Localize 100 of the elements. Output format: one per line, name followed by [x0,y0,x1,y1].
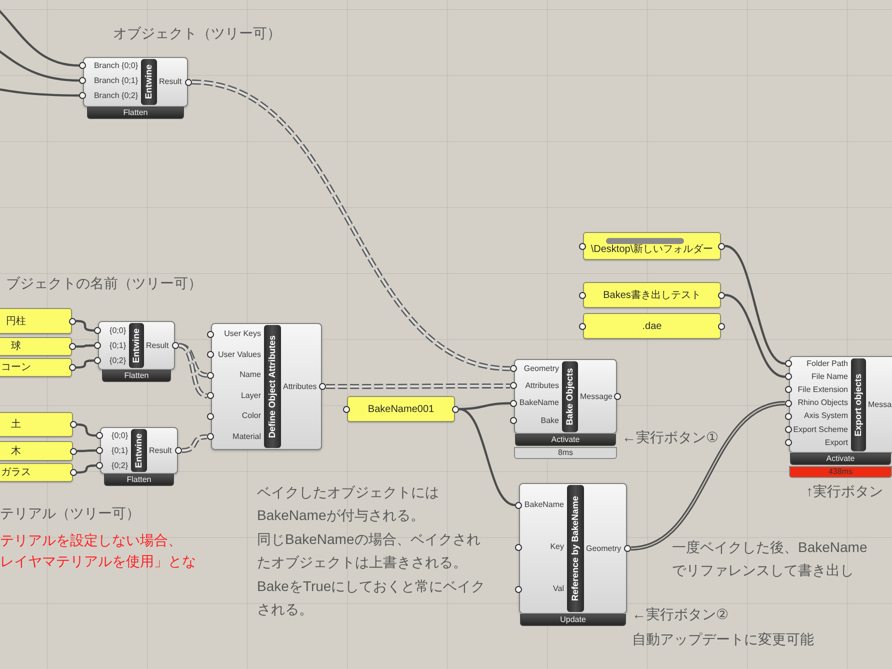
port-icon[interactable] [579,322,586,330]
port-icon[interactable] [718,322,725,330]
wire [76,423,96,437]
port-icon[interactable] [207,330,214,338]
port-icon[interactable] [510,365,517,372]
port-icon[interactable] [718,292,725,298]
option-button[interactable]: Update [520,614,626,626]
port-icon[interactable] [96,462,103,469]
port-icon[interactable] [79,62,86,69]
port-icon[interactable] [515,586,522,592]
input-label: {0;1} [112,446,128,454]
input-label: User Values [218,350,261,359]
port-icon[interactable] [94,357,101,364]
wire [76,464,96,474]
output-label: Geometry [586,544,622,552]
annotation-text: ↑実行ボタン [806,482,883,501]
port-icon[interactable] [207,372,214,379]
port-icon[interactable] [579,292,586,298]
port-icon[interactable] [579,242,586,250]
port-icon[interactable] [343,406,350,412]
port-icon[interactable] [70,421,77,428]
option-button[interactable]: Flatten [104,474,174,486]
warning-text: テリアルを設定しない場合、 レイヤマテリアルを使用」とな [0,531,196,571]
port-icon[interactable] [70,448,77,454]
input-label: {0;0} [112,432,128,440]
port-icon[interactable] [69,343,76,350]
option-button[interactable]: Activate [515,434,616,446]
port-icon[interactable] [175,447,182,454]
annotation-text: 一度ベイクした後、BakeName でリファレンスして書き出し [672,538,868,580]
input-label: Attributes [525,382,559,390]
input-label: Export Scheme [793,426,848,434]
panel-text: 球 [10,341,22,352]
annotation-text: テリアル（ツリー可） [0,504,140,523]
dashed-wire [182,434,208,453]
port-icon[interactable] [94,327,101,334]
panel-text: \Desktop\新しいフォルダー [590,244,714,255]
port-icon[interactable] [96,432,103,439]
input-label: Val [553,585,564,593]
wire [77,449,96,452]
output-label: Message [580,392,612,401]
wire [76,344,94,348]
input-label: Rhino Objects [798,399,848,408]
port-icon[interactable] [515,544,522,550]
input-label: {0;2} [112,462,128,470]
timer-label: 8ms [514,447,617,460]
port-icon[interactable] [207,412,214,420]
port-icon[interactable] [207,351,214,358]
panel-text: 木 [10,446,22,456]
input-label: Name [240,371,261,380]
panel-text: コーン [0,362,32,373]
component-title: Entwine [131,429,147,472]
port-icon[interactable] [510,400,517,407]
panel-text: BakeName001 [368,404,434,414]
input-label: Axis System [804,412,848,420]
port-icon[interactable] [319,383,326,390]
port-icon[interactable] [207,433,214,440]
port-icon[interactable] [614,393,621,400]
input-label: Bake [540,416,559,425]
port-icon[interactable] [624,545,631,552]
annotation-text: ←実行ボタン① [622,428,719,447]
input-label: Geometry [524,364,559,373]
input-label: BakeName [524,501,564,509]
component-title: Export objects [851,358,866,452]
option-button[interactable]: Flatten [87,107,184,119]
port-icon[interactable] [69,318,76,324]
input-label: Branch {0;0} [94,62,138,70]
annotation-text: ベイクしたオブジェクトには BakeNameが付与される。 同じBakeNameの場合、ベイクされ たオブジェクトは上書きされる。 BakeをTrueにしておくと常にベイク される。 [257,483,486,620]
input-label: File Name [812,372,848,381]
port-icon[interactable] [70,469,77,476]
port-icon[interactable] [69,364,76,371]
port-icon[interactable] [94,342,101,349]
port-icon[interactable] [515,502,522,508]
input-label: {0;0} [110,326,126,334]
port-icon[interactable] [510,417,517,424]
annotation-text: ←実行ボタン② 自動アップデートに変更可能 [632,605,814,649]
option-button[interactable]: Activate [790,453,891,466]
port-icon[interactable] [452,406,459,412]
panel-text: ガラス [0,467,32,478]
component-title: Bake Objects [562,361,578,432]
component-title: Entwine [141,59,157,105]
port-icon[interactable] [172,342,179,349]
input-label: Folder Path [806,360,848,368]
input-label: Layer [240,392,261,400]
input-label: Branch {0;2} [94,92,138,100]
output-label: Result [159,78,182,86]
port-icon[interactable] [79,92,86,99]
option-button[interactable]: Flatten [102,370,171,382]
annotation-text: オブジェクト（ツリー可） [113,24,281,43]
port-icon[interactable] [79,77,86,84]
port-icon[interactable] [207,392,214,400]
component-title: Entwine [129,323,144,368]
input-label: BakeName [519,399,559,408]
annotation-text: ブジェクトの名前（ツリー可） [6,274,202,293]
port-icon[interactable] [96,447,103,454]
port-icon[interactable] [510,382,517,390]
port-icon[interactable] [185,78,192,86]
input-label: {0;1} [110,342,126,350]
input-label: Color [242,412,261,420]
port-icon[interactable] [718,242,725,250]
input-label: Export [824,438,848,447]
